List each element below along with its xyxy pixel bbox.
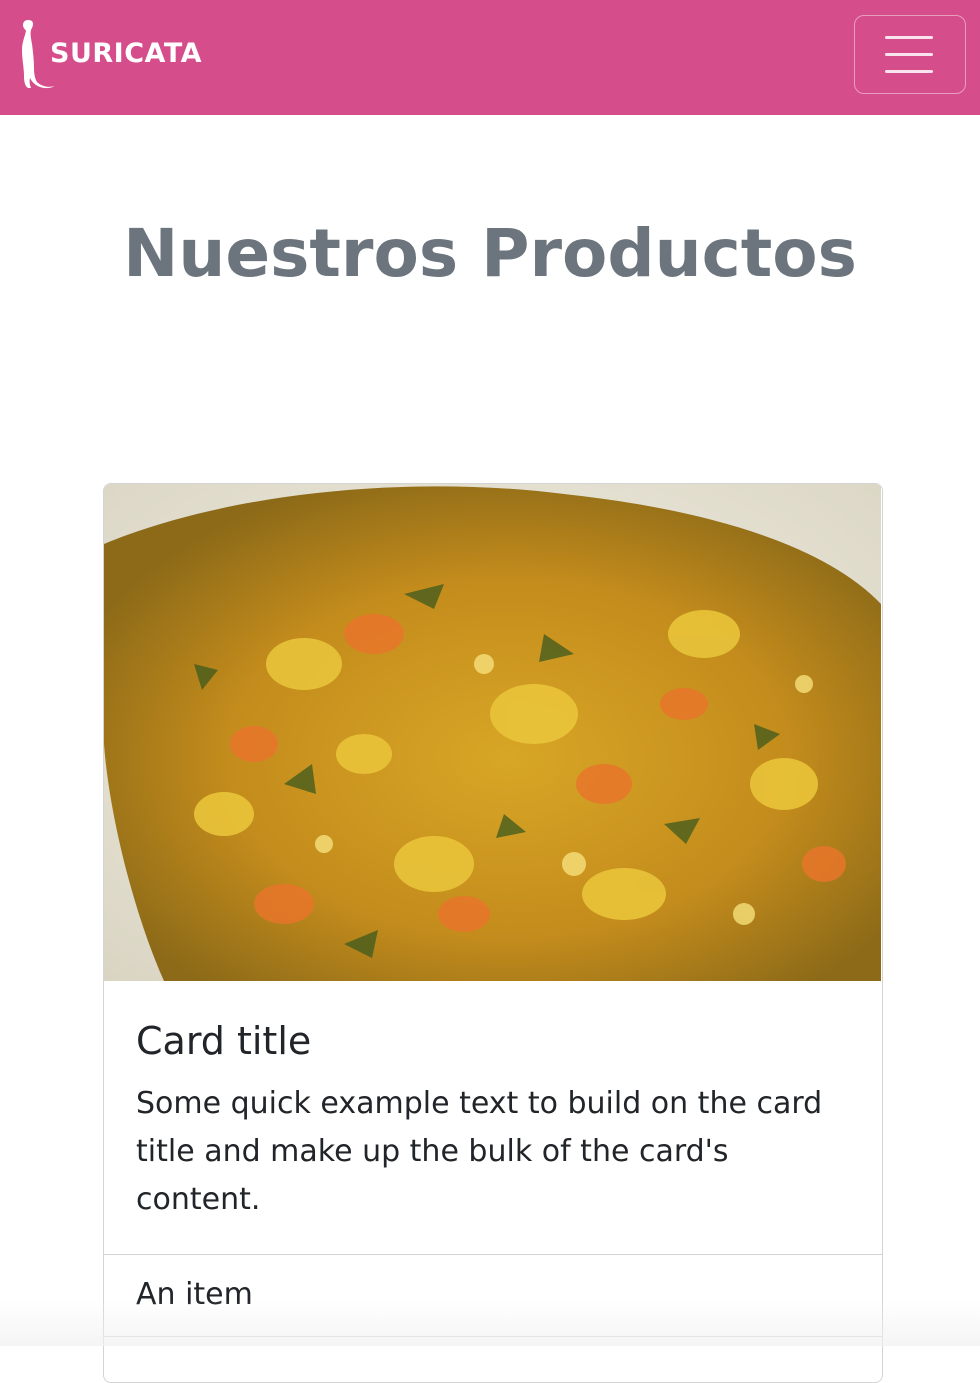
list-item	[104, 1336, 882, 1382]
navbar: SURICATA	[0, 0, 980, 115]
hamburger-menu-icon	[885, 36, 935, 74]
card-body: Card title Some quick example text to bu…	[104, 981, 882, 1254]
brand-link[interactable]: SURICATA	[16, 16, 202, 90]
card-title: Card title	[136, 1019, 312, 1063]
navbar-toggle-button[interactable]	[854, 15, 966, 94]
list-item: An item	[104, 1254, 882, 1336]
card-image	[104, 484, 881, 981]
brand-name: SURICATA	[50, 37, 203, 69]
page-title: Nuestros Productos	[123, 215, 857, 292]
product-card: Card title Some quick example text to bu…	[103, 483, 883, 1383]
card-text: Some quick example text to build on the …	[136, 1086, 823, 1217]
